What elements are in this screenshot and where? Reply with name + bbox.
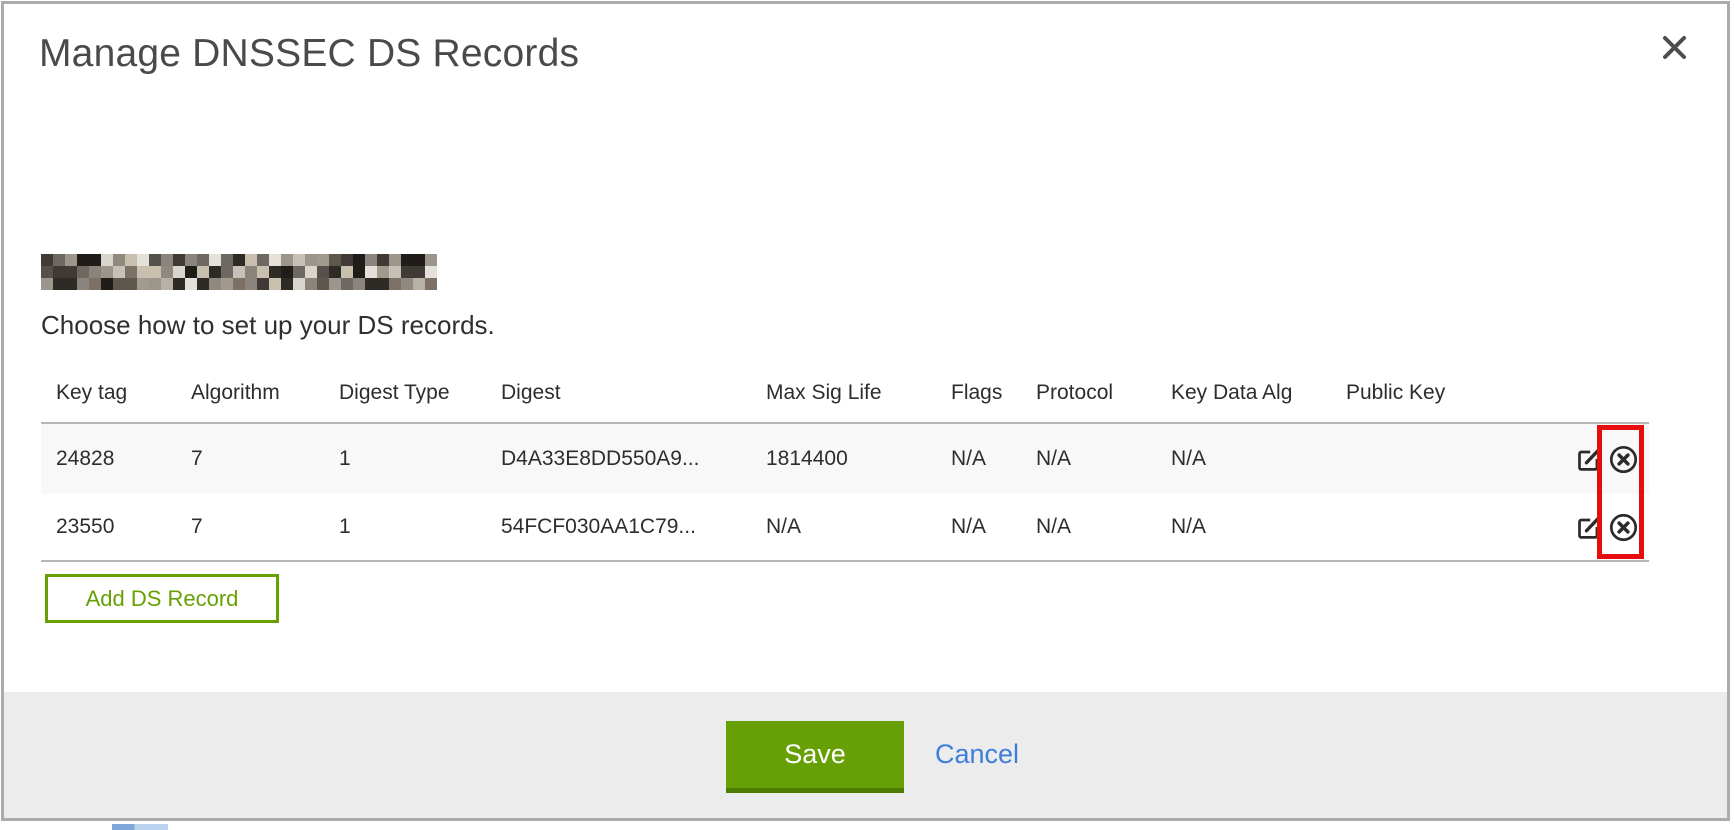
col-header-key-tag: Key tag <box>56 381 191 405</box>
col-header-max-sig-life: Max Sig Life <box>766 381 951 405</box>
cell-max-sig-life: N/A <box>766 515 951 539</box>
save-button[interactable]: Save <box>726 721 904 793</box>
redacted-domain-mosaic <box>41 254 437 290</box>
cell-digest-type: 1 <box>339 447 501 471</box>
edit-icon[interactable] <box>1575 446 1602 473</box>
cancel-link[interactable]: Cancel <box>935 739 1019 770</box>
delete-circle-x-icon[interactable] <box>1608 444 1639 475</box>
table-header-row: Key tag Algorithm Digest Type Digest Max… <box>41 364 1649 422</box>
page-title: Manage DNSSEC DS Records <box>39 32 579 76</box>
setup-instruction-text: Choose how to set up your DS records. <box>41 310 495 341</box>
cell-key-tag: 24828 <box>56 447 191 471</box>
cell-digest: 54FCF030AA1C79... <box>501 515 766 539</box>
col-header-protocol: Protocol <box>1036 381 1171 405</box>
cell-max-sig-life: 1814400 <box>766 447 951 471</box>
manage-dnssec-dialog: Manage DNSSEC DS Records Choose how to s… <box>1 1 1730 821</box>
ds-records-table: Key tag Algorithm Digest Type Digest Max… <box>41 364 1649 562</box>
cell-flags: N/A <box>951 515 1036 539</box>
table-row: 24828 7 1 D4A33E8DD550A9... 1814400 N/A … <box>41 422 1649 494</box>
cell-digest-type: 1 <box>339 515 501 539</box>
col-header-digest: Digest <box>501 381 766 405</box>
cell-key-data-alg: N/A <box>1171 447 1346 471</box>
edit-icon[interactable] <box>1575 514 1602 541</box>
cell-protocol: N/A <box>1036 447 1171 471</box>
cell-key-data-alg: N/A <box>1171 515 1346 539</box>
add-ds-record-button[interactable]: Add DS Record <box>45 574 279 623</box>
background-page-fragment <box>112 824 168 830</box>
cell-flags: N/A <box>951 447 1036 471</box>
cell-key-tag: 23550 <box>56 515 191 539</box>
close-icon[interactable] <box>1659 32 1689 62</box>
table-row: 23550 7 1 54FCF030AA1C79... N/A N/A N/A … <box>41 494 1649 562</box>
col-header-digest-type: Digest Type <box>339 381 501 405</box>
col-header-flags: Flags <box>951 381 1036 405</box>
col-header-public-key: Public Key <box>1346 381 1496 405</box>
cell-digest: D4A33E8DD550A9... <box>501 447 766 471</box>
cell-algorithm: 7 <box>191 515 339 539</box>
dialog-footer: Save Cancel <box>4 692 1727 818</box>
col-header-algorithm: Algorithm <box>191 381 339 405</box>
delete-circle-x-icon[interactable] <box>1608 512 1639 543</box>
cell-protocol: N/A <box>1036 515 1171 539</box>
cell-algorithm: 7 <box>191 447 339 471</box>
col-header-key-data-alg: Key Data Alg <box>1171 381 1346 405</box>
